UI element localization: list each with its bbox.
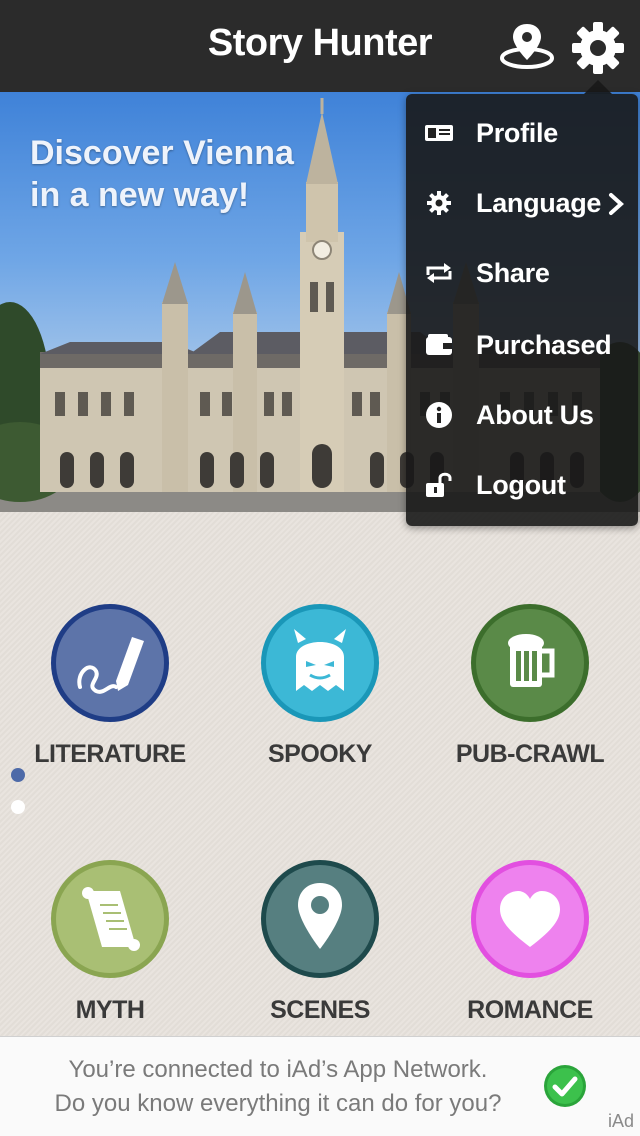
category-myth[interactable]: MYTH (20, 860, 200, 1025)
category-label: SCENES (270, 996, 370, 1024)
ghost-icon (294, 629, 346, 691)
category-label: MYTH (75, 996, 145, 1024)
menu-item-language[interactable]: Language (406, 168, 638, 238)
menu-label: Profile (476, 118, 558, 148)
scroll-icon (82, 887, 140, 951)
chevron-right-icon (609, 193, 624, 215)
scenes-circle (261, 860, 379, 978)
menu-label: Logout (476, 470, 566, 500)
category-label: PUB-CRAWL (455, 740, 605, 768)
hero-line-2: in a new way! (30, 176, 250, 214)
literature-circle (51, 604, 169, 722)
ad-tag: iAd (607, 1111, 634, 1131)
menu-item-about-us[interactable]: About Us (406, 380, 638, 450)
menu-label: Share (476, 258, 550, 288)
category-pub-crawl[interactable]: PUB-CRAWL (440, 604, 620, 769)
gear-icon (572, 22, 624, 74)
hero-headline: Discover Vienna in a new way! (30, 132, 294, 216)
category-label: LITERATURE (34, 740, 186, 768)
category-scenes[interactable]: SCENES (230, 860, 410, 1025)
myth-circle (51, 860, 169, 978)
category-label: ROMANCE (467, 996, 593, 1024)
map-pin-icon (298, 883, 342, 949)
category-grid: LITERATURE SPOOKY PUB-CRAWL MYTH SCENES … (0, 512, 640, 1036)
settings-button[interactable] (570, 20, 626, 76)
menu-pointer (584, 80, 612, 94)
checkmark-icon (544, 1065, 586, 1107)
unlock-icon (426, 472, 452, 497)
ad-banner-text: You’re connected to iAd’s App Network. D… (28, 1053, 528, 1121)
hero-line-1: Discover Vienna (30, 134, 294, 172)
pager-dot-active[interactable] (11, 768, 25, 782)
info-icon (426, 402, 452, 428)
ad-line-1: You’re connected to iAd’s App Network. (68, 1056, 488, 1083)
pub-crawl-circle (471, 604, 589, 722)
map-pin-icon (500, 24, 554, 69)
menu-label: Purchased (476, 330, 612, 360)
ad-line-2: Do you know everything it can do for you… (54, 1090, 502, 1117)
category-spooky[interactable]: SPOOKY (230, 604, 410, 769)
menu-item-logout[interactable]: Logout (406, 450, 638, 520)
repeat-icon (426, 263, 452, 283)
location-button[interactable] (498, 20, 556, 72)
category-romance[interactable]: ROMANCE (440, 860, 620, 1025)
settings-menu: Profile Language Share Purchased About U… (406, 94, 638, 526)
menu-item-purchased[interactable]: Purchased (406, 310, 638, 380)
menu-item-share[interactable]: Share (406, 238, 638, 308)
menu-item-profile[interactable]: Profile (406, 98, 638, 168)
menu-label: Language (476, 188, 602, 218)
category-label: SPOOKY (268, 740, 372, 768)
heart-icon (500, 891, 560, 947)
id-card-icon (425, 125, 453, 141)
menu-label: About Us (476, 400, 594, 430)
pen-icon (77, 637, 144, 694)
ad-check-button[interactable] (543, 1064, 587, 1108)
category-literature[interactable]: LITERATURE (20, 604, 200, 769)
top-bar: Story Hunter (0, 0, 640, 92)
romance-circle (471, 860, 589, 978)
gear-icon (427, 191, 451, 215)
pager-dot[interactable] (11, 800, 25, 814)
spooky-circle (261, 604, 379, 722)
wallet-icon (426, 334, 452, 355)
beer-mug-icon (508, 634, 555, 687)
